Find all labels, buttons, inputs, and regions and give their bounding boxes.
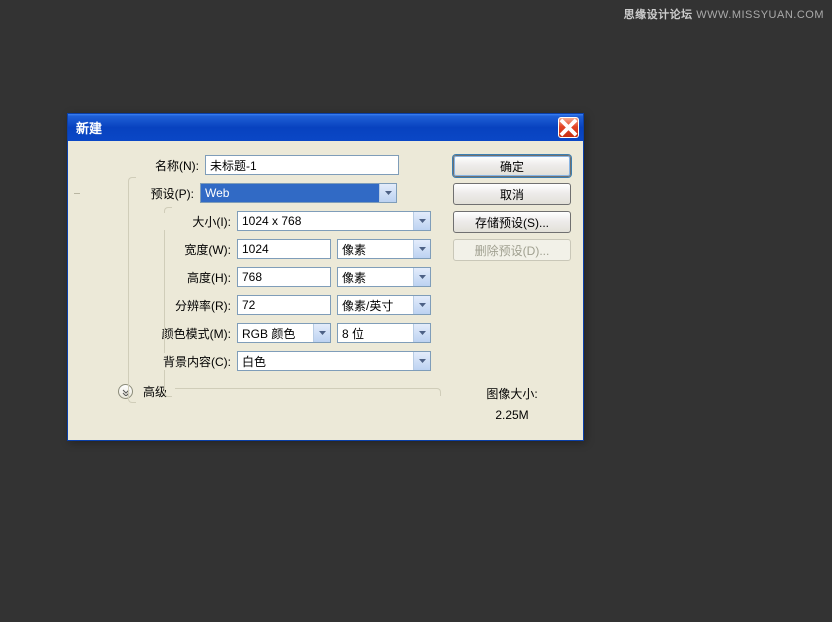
height-label: 高度(H): bbox=[142, 269, 237, 286]
colormode-label: 颜色模式(M): bbox=[142, 325, 237, 342]
save-preset-button[interactable]: 存储预设(S)... bbox=[453, 211, 571, 233]
close-button[interactable] bbox=[558, 117, 579, 138]
advanced-toggle[interactable] bbox=[118, 384, 133, 399]
size-select[interactable]: 1024 x 768 bbox=[237, 211, 431, 231]
height-input[interactable] bbox=[237, 267, 331, 287]
advanced-label: 高级 bbox=[139, 383, 171, 400]
width-unit-select[interactable]: 像素 bbox=[337, 239, 431, 259]
width-label: 宽度(W): bbox=[142, 241, 237, 258]
name-label: 名称(N): bbox=[80, 157, 205, 174]
image-size-info: 图像大小: 2.25M bbox=[453, 385, 571, 422]
titlebar[interactable]: 新建 bbox=[68, 114, 583, 141]
chevron-down-icon bbox=[313, 324, 330, 342]
chevron-down-icon bbox=[413, 352, 430, 370]
chevron-down-icon bbox=[413, 240, 430, 258]
width-input[interactable] bbox=[237, 239, 331, 259]
colormode-select[interactable]: RGB 颜色 bbox=[237, 323, 331, 343]
ok-button[interactable]: 确定 bbox=[453, 155, 571, 177]
watermark: 思缘设计论坛 WWW.MISSYUAN.COM bbox=[624, 6, 824, 22]
chevron-down-icon bbox=[413, 296, 430, 314]
size-label: 大小(I): bbox=[142, 213, 237, 230]
resolution-input[interactable] bbox=[237, 295, 331, 315]
height-unit-select[interactable]: 像素 bbox=[337, 267, 431, 287]
cancel-button[interactable]: 取消 bbox=[453, 183, 571, 205]
new-document-dialog: 新建 名称(N): 预设(P): Web bbox=[67, 113, 584, 441]
chevron-down-icon bbox=[413, 324, 430, 342]
resolution-unit-select[interactable]: 像素/英寸 bbox=[337, 295, 431, 315]
chevron-down-icon bbox=[413, 268, 430, 286]
preset-label: 预设(P): bbox=[134, 185, 200, 202]
chevron-down-icon bbox=[413, 212, 430, 230]
bgcontent-label: 背景内容(C): bbox=[142, 353, 237, 370]
preset-select[interactable]: Web bbox=[200, 183, 397, 203]
name-input[interactable] bbox=[205, 155, 399, 175]
delete-preset-button: 删除预设(D)... bbox=[453, 239, 571, 261]
colordepth-select[interactable]: 8 位 bbox=[337, 323, 431, 343]
bgcontent-select[interactable]: 白色 bbox=[237, 351, 431, 371]
resolution-label: 分辨率(R): bbox=[142, 297, 237, 314]
chevron-down-icon bbox=[379, 184, 396, 202]
dialog-title: 新建 bbox=[76, 118, 558, 137]
